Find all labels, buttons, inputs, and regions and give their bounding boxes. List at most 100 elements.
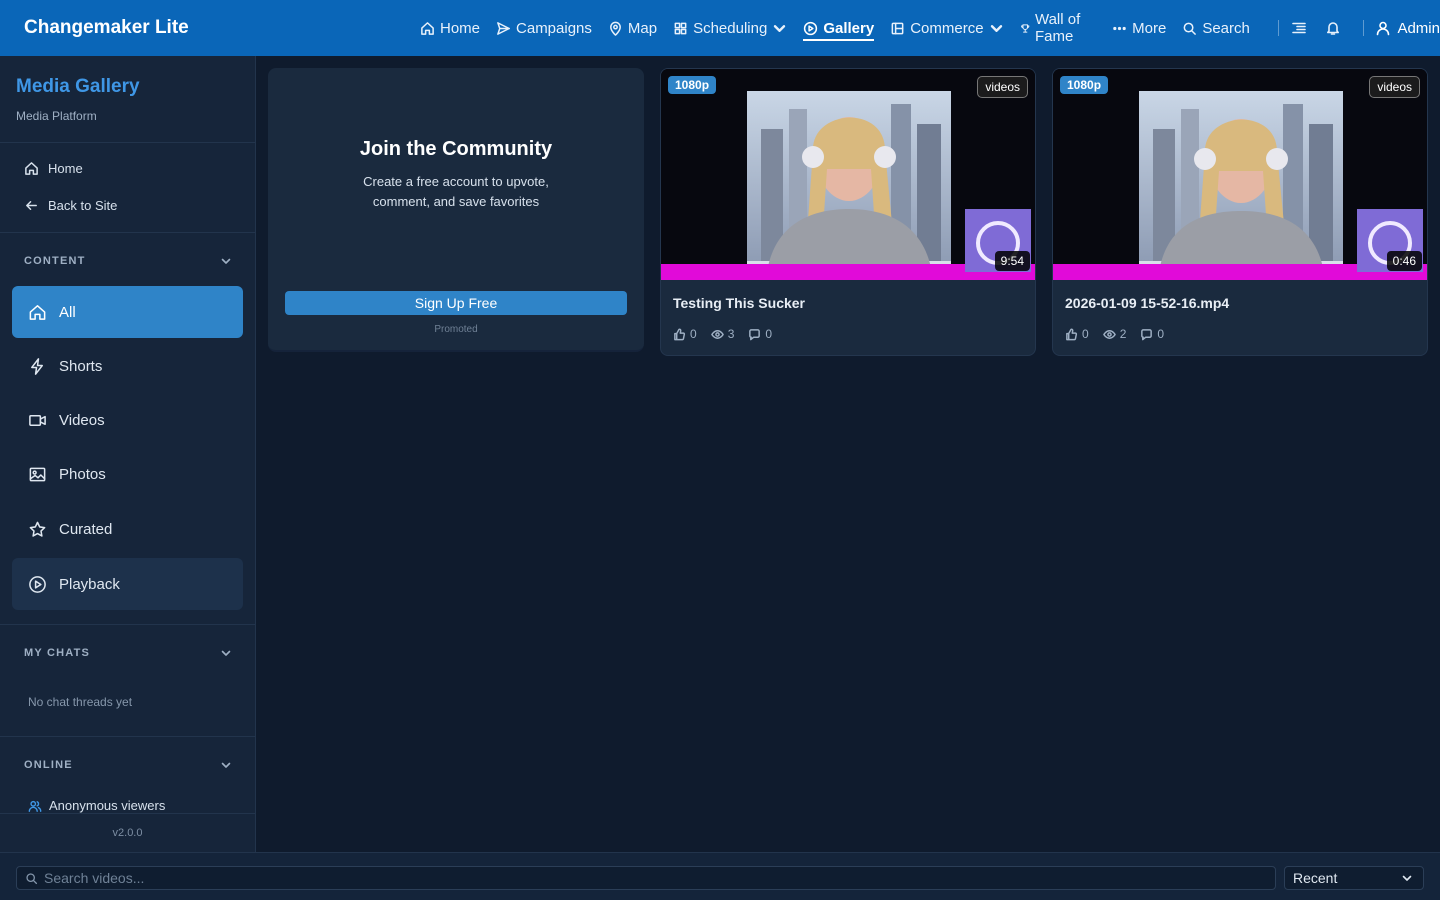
- sidebar-item-playback[interactable]: Playback: [12, 558, 243, 610]
- video-card[interactable]: 1080p videos 9:54 Testing This Sucker 0 …: [660, 68, 1036, 356]
- nav-scheduling[interactable]: Scheduling: [673, 0, 787, 56]
- bottom-toolbar: Recent: [0, 852, 1440, 900]
- nav-scheduling-label: Scheduling: [693, 19, 768, 37]
- list-indent-icon: [1291, 22, 1306, 34]
- chevron-down-icon: [774, 24, 786, 32]
- nav-map[interactable]: Map: [608, 0, 657, 56]
- app-title[interactable]: Changemaker Lite: [24, 17, 189, 39]
- top-navbar: Changemaker Lite Home Campaigns Map Sche…: [0, 0, 1440, 56]
- chats-heading: MY CHATS: [24, 647, 91, 659]
- nav-search[interactable]: Search: [1182, 0, 1250, 56]
- sidebar-link-home-label: Home: [48, 161, 83, 176]
- chevron-down-icon: [1402, 875, 1412, 881]
- video-card[interactable]: 1080p videos 0:46 2026-01-09 15-52-16.mp…: [1052, 68, 1428, 356]
- comments-stat[interactable]: 0: [1140, 327, 1164, 341]
- users-icon: [28, 800, 42, 812]
- nav-home[interactable]: Home: [420, 0, 480, 56]
- nav-gallery-label: Gallery: [823, 19, 875, 37]
- home-icon: [421, 21, 434, 35]
- nav-more-label: More: [1132, 19, 1167, 37]
- duration-badge: 9:54: [994, 251, 1030, 271]
- sidebar: Media Gallery Media Platform Home Back t…: [0, 56, 256, 852]
- sidebar-link-back[interactable]: Back to Site: [24, 198, 117, 213]
- nav-gallery[interactable]: Gallery: [803, 0, 874, 56]
- sidebar-item-videos[interactable]: Videos: [12, 394, 243, 446]
- thumbs-up-icon: [674, 328, 686, 340]
- search-icon: [1183, 22, 1197, 35]
- duration-badge: 0:46: [1386, 251, 1422, 271]
- nav-wall-of-fame-label: Wall of Fame: [1034, 11, 1081, 45]
- views-stat: 2: [1102, 327, 1126, 341]
- search-input[interactable]: [44, 870, 1275, 886]
- main-nav: Home Campaigns Map Scheduling Gallery Co…: [420, 0, 1440, 56]
- views-stat: 3: [710, 327, 735, 341]
- promo-title: Join the Community: [359, 138, 553, 160]
- arrow-left-icon: [26, 201, 37, 210]
- likes-count: 0: [1082, 327, 1089, 341]
- nav-wall-of-fame[interactable]: Wall of Fame: [1020, 0, 1097, 56]
- sidebar-item-label: Curated: [59, 520, 113, 538]
- likes-stat[interactable]: 0: [1065, 327, 1089, 341]
- content-section-header[interactable]: CONTENT: [24, 255, 232, 267]
- online-label: Anonymous viewers: [49, 798, 166, 813]
- sidebar-link-back-label: Back to Site: [48, 198, 118, 213]
- promo-text: Create a free account to upvote, comment…: [363, 174, 549, 209]
- star-icon: [29, 521, 46, 537]
- sidebar-item-photos[interactable]: Photos: [12, 448, 243, 500]
- bell-icon: [1326, 22, 1339, 35]
- promoted-label: Promoted: [434, 324, 478, 335]
- views-count: 3: [727, 327, 735, 341]
- grid-icon: [674, 22, 687, 34]
- divider: [0, 736, 255, 737]
- ellipsis-icon: [1113, 26, 1126, 30]
- divider: [0, 813, 255, 814]
- sidebar-item-curated[interactable]: Curated: [12, 503, 243, 555]
- video-title[interactable]: 2026-01-09 15-52-16.mp4: [1065, 295, 1229, 311]
- send-icon: [497, 21, 510, 35]
- video-stats: 0 2 0: [1065, 327, 1164, 341]
- app-version: v2.0.0: [112, 827, 143, 839]
- sidebar-item-all[interactable]: All: [12, 286, 243, 338]
- comment-icon: [1141, 328, 1153, 340]
- user-menu[interactable]: Admin: [1375, 20, 1440, 37]
- thumbnail-image: [661, 69, 1035, 280]
- sign-up-button[interactable]: Sign Up Free: [285, 291, 627, 315]
- eye-icon: [1102, 329, 1116, 339]
- nav-more[interactable]: More: [1112, 0, 1166, 56]
- chats-empty-text: No chat threads yet: [28, 695, 133, 709]
- likes-count: 0: [690, 327, 697, 341]
- comments-count: 0: [1157, 327, 1165, 341]
- video-stats: 0 3 0: [673, 327, 772, 341]
- sidebar-title: Media Gallery: [16, 76, 140, 97]
- sidebar-item-label: All: [59, 303, 76, 321]
- notifications-button[interactable]: [1325, 20, 1341, 36]
- sort-select[interactable]: Recent: [1284, 866, 1424, 890]
- chevron-down-icon: [221, 650, 231, 656]
- sort-value: Recent: [1293, 870, 1338, 886]
- chats-section-header[interactable]: MY CHATS: [24, 647, 232, 659]
- chevron-down-icon: [221, 762, 231, 768]
- video-title[interactable]: Testing This Sucker: [673, 295, 805, 311]
- sidebar-item-shorts[interactable]: Shorts: [12, 340, 243, 392]
- nav-campaigns[interactable]: Campaigns: [496, 0, 592, 56]
- sidebar-link-home[interactable]: Home: [24, 161, 83, 176]
- menu-toggle-button[interactable]: [1291, 20, 1307, 36]
- nav-home-label: Home: [440, 19, 481, 37]
- thumbs-up-icon: [1066, 328, 1078, 340]
- sidebar-item-label: Playback: [59, 575, 120, 593]
- type-badge: videos: [977, 76, 1028, 98]
- online-section-header[interactable]: ONLINE: [24, 759, 232, 771]
- content-heading: CONTENT: [24, 255, 86, 267]
- comments-stat[interactable]: 0: [748, 327, 772, 341]
- likes-stat[interactable]: 0: [673, 327, 697, 341]
- nav-separator: [1277, 20, 1279, 36]
- video-thumbnail[interactable]: 1080p videos 0:46: [1053, 69, 1427, 280]
- resolution-badge: 1080p: [668, 76, 717, 94]
- trophy-icon: [1020, 23, 1029, 33]
- video-thumbnail[interactable]: 1080p videos 9:54: [661, 69, 1035, 280]
- store-icon: [891, 22, 904, 34]
- gallery-main: Join the Community Create a free account…: [256, 56, 1440, 852]
- eye-icon: [710, 329, 724, 339]
- nav-commerce[interactable]: Commerce: [890, 0, 1003, 56]
- sidebar-item-label: Videos: [59, 411, 105, 429]
